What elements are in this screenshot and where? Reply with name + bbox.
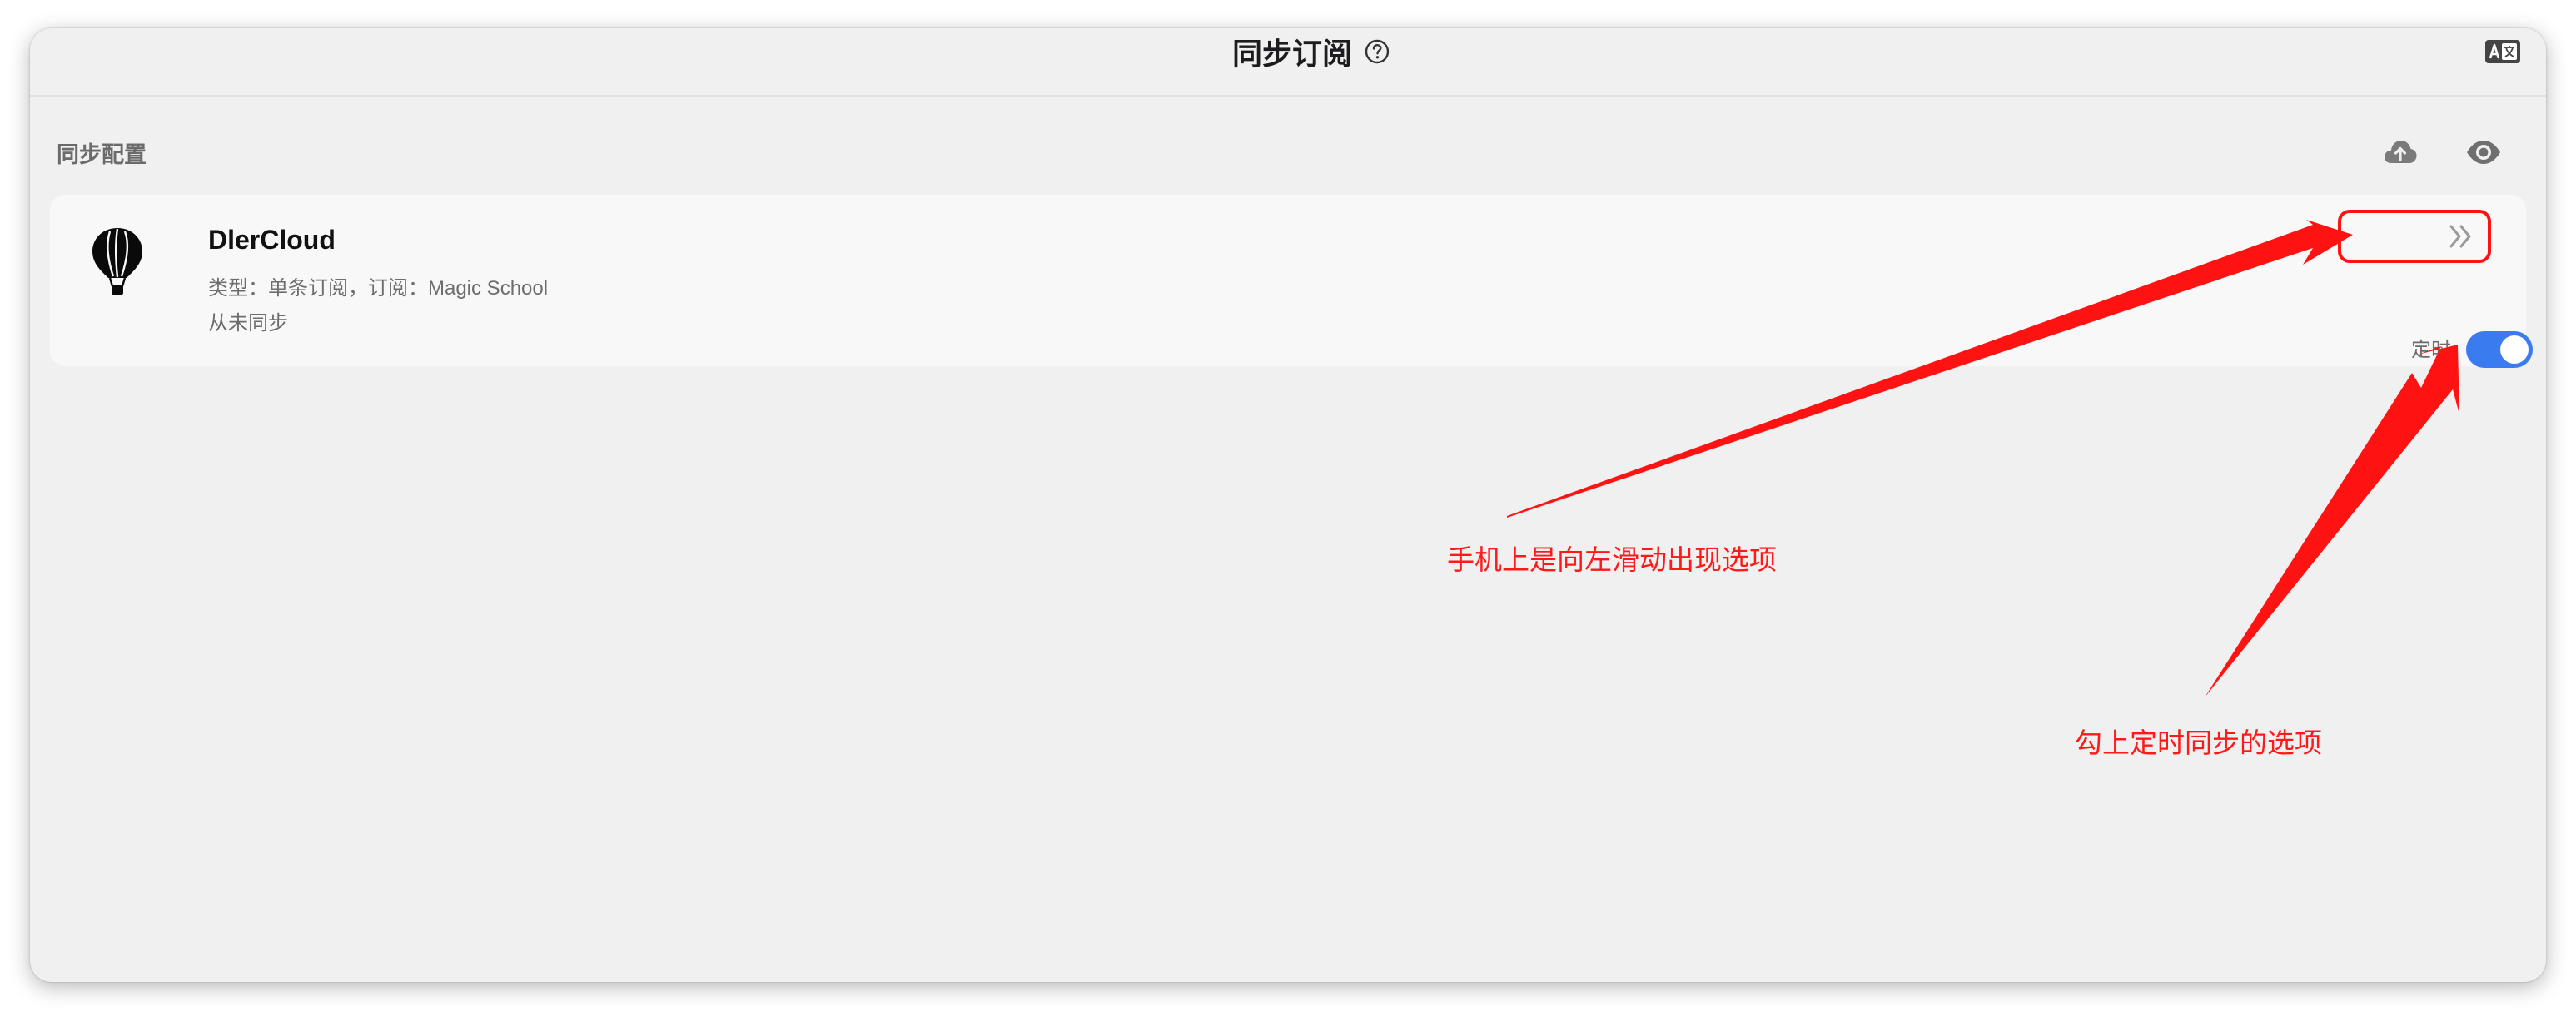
- cloud-upload-icon[interactable]: [2381, 133, 2419, 171]
- translate-icon[interactable]: [2484, 37, 2521, 67]
- help-circle-icon[interactable]: [1364, 38, 1390, 65]
- swipe-annotation: 手机上是向左滑动出现选项: [1447, 543, 1777, 576]
- title-bar: 同步订阅: [30, 28, 2546, 97]
- eye-icon[interactable]: [2464, 133, 2503, 171]
- subscription-details: 类型：单条订阅，订阅：Magic School: [208, 277, 549, 300]
- subscription-card[interactable]: DlerCloud 类型：单条订阅，订阅：Magic School 从未同步: [50, 195, 2526, 366]
- double-chevron-right-icon[interactable]: [2446, 221, 2476, 251]
- app-window: 同步订阅 同步配置 DlerCloud 类型：单条订阅，订阅：Magic Sch…: [30, 28, 2546, 982]
- section-title: 同步配置: [57, 142, 147, 168]
- timer-annotation: 勾上定时同步的选项: [2075, 727, 2322, 759]
- sync-status: 从未同步: [208, 312, 288, 335]
- subscription-name: DlerCloud: [208, 225, 336, 255]
- page-title: 同步订阅: [1231, 37, 1352, 72]
- toggle-knob: [2500, 335, 2529, 364]
- timer-toggle[interactable]: [2466, 331, 2533, 368]
- title-group: 同步订阅: [30, 28, 2546, 75]
- timer-label: 定时: [2411, 339, 2451, 361]
- hot-air-balloon-icon: [92, 228, 142, 295]
